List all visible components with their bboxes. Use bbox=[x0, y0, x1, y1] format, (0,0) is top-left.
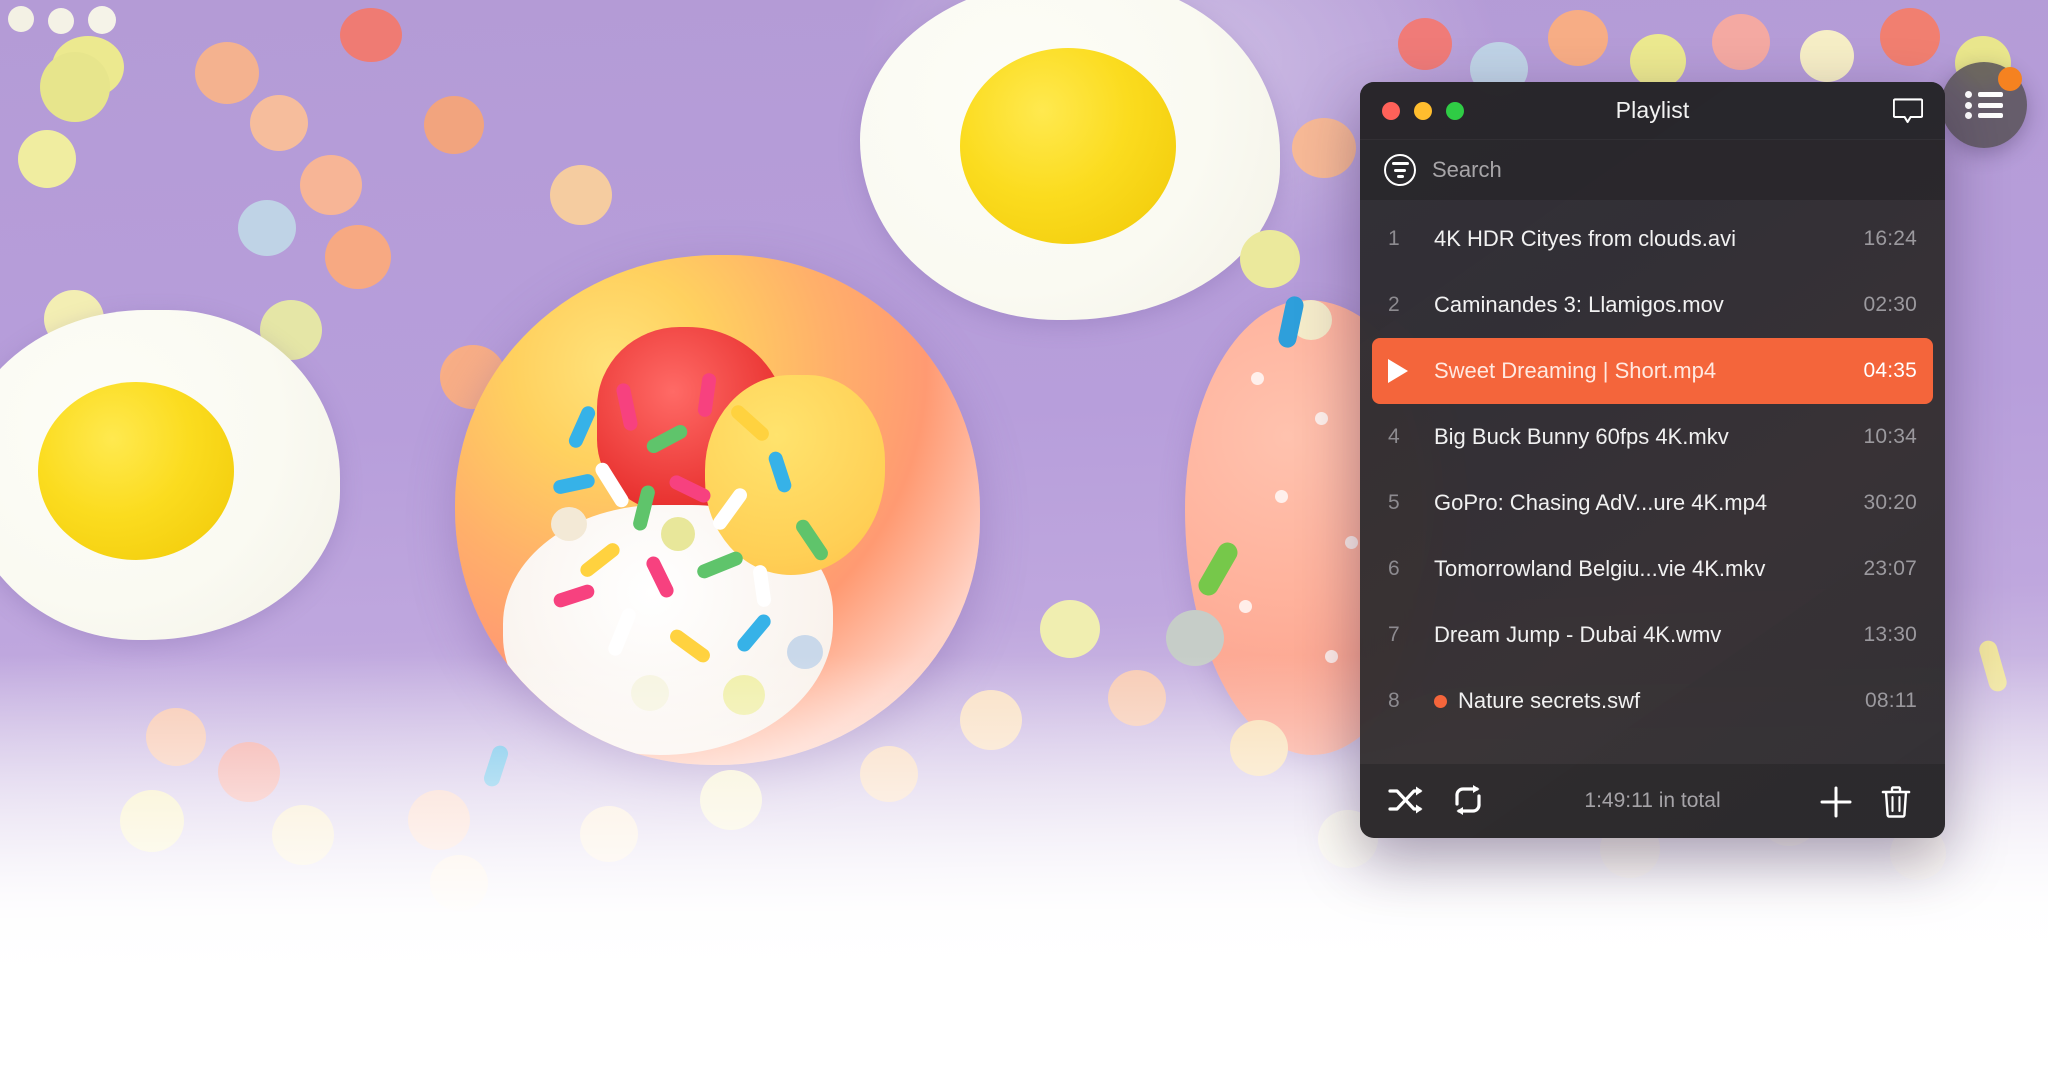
notification-badge bbox=[1998, 67, 2022, 91]
list-icon bbox=[1965, 91, 2003, 119]
track-number: 7 bbox=[1388, 623, 1400, 646]
play-icon bbox=[1388, 359, 1434, 383]
track-row[interactable]: 4 Big Buck Bunny 60fps 4K.mkv 10:34 bbox=[1372, 404, 1933, 470]
track-number: 5 bbox=[1388, 491, 1400, 514]
screen: Playlist Search 1 4K HDR Cityes from clo… bbox=[0, 0, 2048, 1068]
plus-icon[interactable] bbox=[1819, 785, 1855, 818]
track-name: Big Buck Bunny 60fps 4K.mkv bbox=[1434, 424, 1729, 449]
track-row-active[interactable]: Sweet Dreaming | Short.mp4 04:35 bbox=[1372, 338, 1933, 404]
track-duration: 08:11 bbox=[1865, 689, 1917, 712]
track-list: 1 4K HDR Cityes from clouds.avi 16:24 2 … bbox=[1360, 200, 1945, 764]
track-duration: 04:35 bbox=[1863, 359, 1917, 382]
track-name: 4K HDR Cityes from clouds.avi bbox=[1434, 226, 1736, 251]
track-row[interactable]: 7 Dream Jump - Dubai 4K.wmv 13:30 bbox=[1372, 602, 1933, 668]
panel-footer: 1:49:11 in total bbox=[1360, 764, 1945, 838]
track-name-wrap: Nature secrets.swf bbox=[1434, 688, 1865, 714]
track-name: Caminandes 3: Llamigos.mov bbox=[1434, 292, 1724, 317]
track-duration: 13:30 bbox=[1863, 623, 1917, 646]
filter-icon bbox=[1384, 154, 1416, 186]
playlist-toggle-button[interactable] bbox=[1941, 62, 2027, 148]
track-row[interactable]: 8 Nature secrets.swf 08:11 bbox=[1372, 668, 1933, 734]
minimize-button[interactable] bbox=[1414, 101, 1432, 120]
track-duration: 16:24 bbox=[1863, 227, 1917, 250]
track-duration: 10:34 bbox=[1863, 425, 1917, 448]
track-number: 4 bbox=[1388, 425, 1400, 448]
speech-bubble-icon[interactable] bbox=[1893, 97, 1923, 124]
search-field[interactable]: Search bbox=[1360, 140, 1945, 200]
track-row[interactable]: 5 GoPro: Chasing AdV...ure 4K.mp4 30:20 bbox=[1372, 470, 1933, 536]
track-duration: 23:07 bbox=[1863, 557, 1917, 580]
shuffle-icon[interactable] bbox=[1388, 785, 1424, 817]
track-name: Nature secrets.swf bbox=[1458, 688, 1641, 713]
donut-photo-object bbox=[455, 255, 980, 765]
track-number: 6 bbox=[1388, 557, 1400, 580]
track-number: 1 bbox=[1388, 227, 1400, 250]
track-number: 8 bbox=[1388, 689, 1400, 712]
track-number: 2 bbox=[1388, 293, 1400, 316]
track-duration: 30:20 bbox=[1863, 491, 1917, 514]
track-name: Tomorrowland Belgiu...vie 4K.mkv bbox=[1434, 556, 1766, 581]
track-name: GoPro: Chasing AdV...ure 4K.mp4 bbox=[1434, 490, 1768, 515]
search-placeholder: Search bbox=[1432, 157, 1502, 182]
track-name: Dream Jump - Dubai 4K.wmv bbox=[1434, 622, 1722, 647]
track-duration: 02:30 bbox=[1863, 293, 1917, 316]
track-row[interactable]: 1 4K HDR Cityes from clouds.avi 16:24 bbox=[1372, 206, 1933, 272]
repeat-icon[interactable] bbox=[1450, 785, 1486, 817]
panel-titlebar: Playlist bbox=[1360, 82, 1945, 140]
track-row[interactable]: 2 Caminandes 3: Llamigos.mov 02:30 bbox=[1372, 272, 1933, 338]
close-button[interactable] bbox=[1382, 101, 1400, 120]
track-name: Sweet Dreaming | Short.mp4 bbox=[1434, 358, 1717, 383]
window-controls bbox=[1382, 101, 1464, 120]
playlist-panel: Playlist Search 1 4K HDR Cityes from clo… bbox=[1360, 82, 1945, 838]
unsupported-format-dot bbox=[1434, 694, 1447, 708]
track-row[interactable]: 6 Tomorrowland Belgiu...vie 4K.mkv 23:07 bbox=[1372, 536, 1933, 602]
total-duration-label: 1:49:11 in total bbox=[1584, 789, 1721, 812]
trash-icon[interactable] bbox=[1881, 785, 1917, 818]
zoom-button[interactable] bbox=[1446, 101, 1464, 120]
